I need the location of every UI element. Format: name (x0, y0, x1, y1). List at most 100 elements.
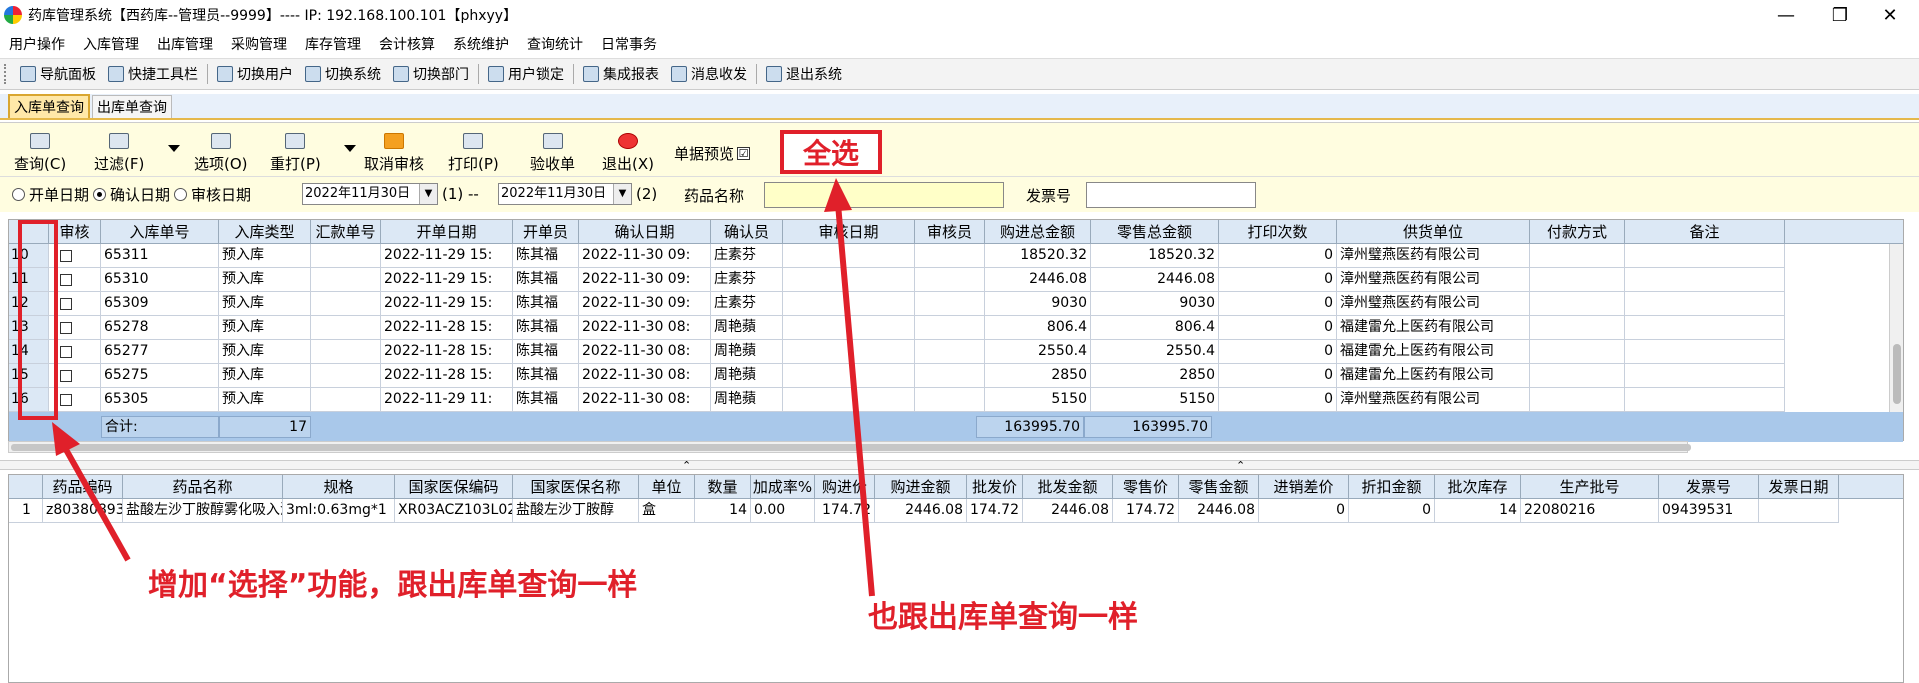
reprint-dropdown-caret[interactable] (344, 145, 356, 152)
cancel-audit-button[interactable]: 取消审核 (364, 133, 424, 177)
col-header-markup-rate[interactable]: 加成率% (751, 475, 815, 499)
col-header-wholesale-price[interactable]: 批发价 (967, 475, 1023, 499)
scroll-thumb[interactable] (11, 444, 1691, 451)
col-header-supplier[interactable]: 供货单位 (1337, 220, 1530, 244)
reprint-button[interactable]: 重打(P) (270, 133, 321, 177)
col-header-open-date[interactable]: 开单日期 (381, 220, 513, 244)
col-header-invoice-date[interactable]: 发票日期 (1759, 475, 1839, 499)
col-header-discount[interactable]: 折扣金额 (1349, 475, 1435, 499)
col-header-drug-code[interactable]: 药品编码 (43, 475, 123, 499)
exit-button[interactable]: 退出(X) (602, 133, 654, 177)
reports-button[interactable]: 集成报表 (577, 60, 665, 88)
table-row[interactable]: 14 65277 预入库 2022-11-28 15: 陈其福 2022-11-30 08… (9, 340, 1903, 364)
menu-system[interactable]: 系统维护 (444, 34, 518, 54)
col-header-batch-stock[interactable]: 批次库存 (1435, 475, 1521, 499)
col-header-batch-no[interactable]: 生产批号 (1521, 475, 1659, 499)
col-header-inbound-no[interactable]: 入库单号 (101, 220, 219, 244)
col-header-purchase-price[interactable]: 购进价 (815, 475, 875, 499)
menu-purchase[interactable]: 采购管理 (222, 34, 296, 54)
col-header-opener[interactable]: 开单员 (513, 220, 579, 244)
row-select-checkbox[interactable] (60, 274, 72, 286)
row-select-cell[interactable] (49, 364, 101, 388)
chevron-up-icon[interactable]: ⌃ (1236, 460, 1245, 471)
col-header-drug-name[interactable]: 药品名称 (123, 475, 283, 499)
col-header-remit-no[interactable]: 汇款单号 (311, 220, 381, 244)
menu-user[interactable]: 用户操作 (0, 34, 74, 54)
col-header-invoice-no[interactable]: 发票号 (1659, 475, 1759, 499)
row-select-cell[interactable] (49, 340, 101, 364)
col-header-insurance-name[interactable]: 国家医保名称 (513, 475, 639, 499)
col-header-purchase-total[interactable]: 购进总金额 (985, 220, 1091, 244)
row-select-cell[interactable] (49, 244, 101, 268)
table-row[interactable]: 13 65278 预入库 2022-11-28 15: 陈其福 2022-11-30 08… (9, 316, 1903, 340)
panel-splitter[interactable]: ⌃ ⌃ (0, 460, 1919, 471)
preview-checkbox[interactable]: ☑ (737, 147, 751, 160)
print-button[interactable]: 打印(P) (448, 133, 499, 177)
horizontal-scrollbar[interactable] (8, 441, 1691, 453)
check-receipt-button[interactable]: 验收单 (530, 133, 575, 177)
row-select-checkbox[interactable] (60, 394, 72, 406)
col-header-retail-amount[interactable]: 零售金额 (1179, 475, 1259, 499)
col-header-spec[interactable]: 规格 (283, 475, 395, 499)
table-row[interactable]: 16 65305 预入库 2022-11-29 11: 陈其福 2022-11-30 08… (9, 388, 1903, 412)
vertical-scrollbar[interactable] (1889, 244, 1903, 412)
table-row[interactable]: 10 65311 预入库 2022-11-29 15: 陈其福 2022-11-30 09… (9, 244, 1903, 268)
row-select-cell[interactable] (49, 268, 101, 292)
filter-button[interactable]: 过滤(F) (94, 133, 144, 177)
scroll-thumb[interactable] (1893, 344, 1901, 404)
drug-name-input[interactable] (764, 182, 1004, 208)
row-select-checkbox[interactable] (60, 370, 72, 382)
menu-accounting[interactable]: 会计核算 (370, 34, 444, 54)
nav-panel-button[interactable]: 导航面板 (14, 60, 102, 88)
tab-outbound-query[interactable]: 出库单查询 (92, 95, 172, 118)
col-header-confirmer[interactable]: 确认员 (711, 220, 783, 244)
messages-button[interactable]: 消息收发 (665, 60, 753, 88)
col-header-inbound-type[interactable]: 入库类型 (219, 220, 311, 244)
options-button[interactable]: 选项(O) (194, 133, 248, 177)
col-header-wholesale-amount[interactable]: 批发金额 (1023, 475, 1113, 499)
col-header-confirm-date[interactable]: 确认日期 (579, 220, 711, 244)
query-button[interactable]: 查询(C) (14, 133, 66, 177)
col-header-row-number[interactable] (9, 475, 43, 499)
row-select-checkbox[interactable] (60, 346, 72, 358)
col-header-audit-date[interactable]: 审核日期 (783, 220, 915, 244)
close-button[interactable]: ✕ (1867, 0, 1913, 30)
row-select-checkbox[interactable] (60, 250, 72, 262)
toolbar-grip[interactable] (4, 64, 8, 84)
row-select-cell[interactable] (49, 388, 101, 412)
radio-audit-date[interactable] (174, 188, 188, 201)
exit-system-button[interactable]: 退出系统 (760, 60, 848, 88)
invoice-input[interactable] (1086, 182, 1256, 208)
start-date-select[interactable]: 2022年11月30日 ▼ (302, 183, 438, 205)
col-header-quantity[interactable]: 数量 (695, 475, 751, 499)
tab-inbound-query[interactable]: 入库单查询 (8, 94, 90, 118)
col-header-margin[interactable]: 进销差价 (1259, 475, 1349, 499)
col-header-payment-method[interactable]: 付款方式 (1530, 220, 1625, 244)
switch-user-button[interactable]: 切换用户 (211, 60, 299, 88)
quick-toolbar-button[interactable]: 快捷工具栏 (102, 60, 204, 88)
col-header-row-number[interactable] (9, 220, 49, 244)
row-select-checkbox[interactable] (60, 322, 72, 334)
col-header-print-count[interactable]: 打印次数 (1219, 220, 1337, 244)
col-header-retail-total[interactable]: 零售总金额 (1091, 220, 1219, 244)
filter-dropdown-caret[interactable] (168, 145, 180, 152)
col-header-purchase-amount[interactable]: 购进金额 (875, 475, 967, 499)
end-date-select[interactable]: 2022年11月30日 ▼ (498, 183, 632, 205)
menu-inventory[interactable]: 库存管理 (296, 34, 370, 54)
select-all-button[interactable]: 全选 (780, 130, 882, 174)
row-select-cell[interactable] (49, 316, 101, 340)
menu-inbound[interactable]: 入库管理 (74, 34, 148, 54)
col-header-remark[interactable]: 备注 (1625, 220, 1785, 244)
menu-query-stats[interactable]: 查询统计 (518, 34, 592, 54)
preview-toggle[interactable]: 单据预览 ☑ (674, 143, 751, 164)
col-header-unit[interactable]: 单位 (639, 475, 695, 499)
row-select-cell[interactable] (49, 292, 101, 316)
table-row[interactable]: 12 65309 预入库 2022-11-29 15: 陈其福 2022-11-30 09… (9, 292, 1903, 316)
menu-daily[interactable]: 日常事务 (592, 34, 666, 54)
user-lock-button[interactable]: 用户锁定 (482, 60, 570, 88)
col-header-insurance-code[interactable]: 国家医保编码 (395, 475, 513, 499)
col-header-audit[interactable]: 审核 (49, 220, 101, 244)
table-row[interactable]: 1z8038089375盐酸左沙丁胺醇雾化吸入溶液3ml:0.63mg*1XR0… (9, 499, 1903, 523)
menu-outbound[interactable]: 出库管理 (148, 34, 222, 54)
table-row[interactable]: 11 65310 预入库 2022-11-29 15: 陈其福 2022-11-30 09… (9, 268, 1903, 292)
